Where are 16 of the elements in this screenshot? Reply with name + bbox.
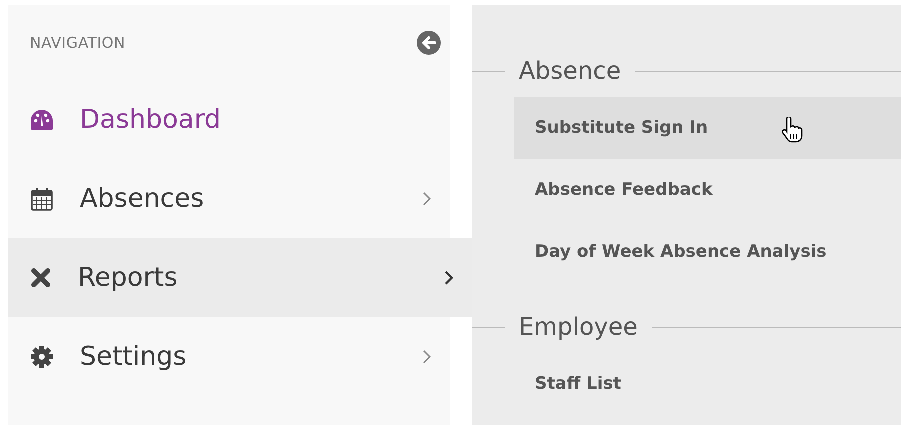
submenu-link[interactable]: Absence Feedback	[514, 159, 901, 221]
group-heading: Employee	[519, 313, 638, 341]
navigation-heading: NAVIGATION	[30, 34, 126, 52]
nav-item[interactable]: Settings	[8, 317, 450, 396]
nav-item[interactable]: Absences	[8, 159, 450, 238]
submenu-link[interactable]: Substitute Sign In	[514, 97, 901, 159]
calendar-icon	[30, 186, 54, 210]
submenu-link[interactable]: Day of Week Absence Analysis	[514, 221, 901, 283]
nav-item[interactable]: Dashboard	[8, 80, 450, 159]
group-heading: Absence	[519, 57, 622, 85]
gauge-icon	[30, 108, 54, 130]
submenu-link[interactable]: Staff List	[514, 353, 901, 415]
close-icon	[30, 266, 52, 288]
pointer-hand-icon	[781, 117, 803, 143]
settings-icon	[30, 344, 54, 368]
nav-item[interactable]: Reports	[8, 238, 472, 317]
